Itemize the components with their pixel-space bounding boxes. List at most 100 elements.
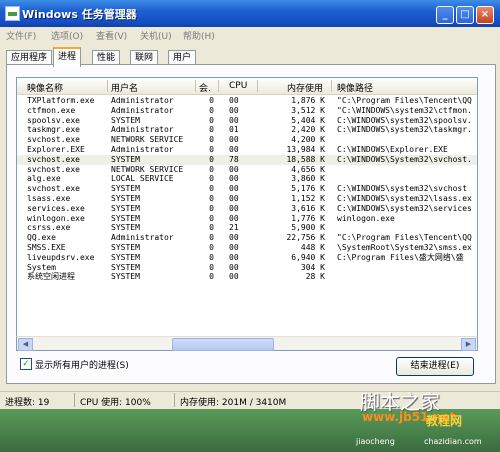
process-list[interactable]: 映像名称 用户名 会. CPU 内存使用 映像路径 TXPlatform.exe… bbox=[16, 77, 478, 351]
tab-performance[interactable]: 性能 bbox=[92, 50, 121, 65]
col-divider[interactable] bbox=[107, 80, 108, 92]
cell-image-name: QQ.exe bbox=[27, 233, 56, 243]
cell-mem-usage: 6,940 K bbox=[291, 252, 325, 262]
table-row[interactable]: QQ.exe Administrator 0 00 22,756 K "C:\Progra… bbox=[17, 233, 477, 243]
cell-user-name: Administrator bbox=[111, 125, 174, 135]
cell-image-name: TXPlatform.exe bbox=[27, 96, 95, 105]
status-cpu-usage: CPU 使用: 100% bbox=[80, 398, 151, 408]
cell-image-name: ctfmon.exe bbox=[27, 105, 76, 115]
maximize-button[interactable]: □ bbox=[456, 6, 474, 24]
col-image-path[interactable]: 映像路径 bbox=[337, 81, 373, 94]
table-row[interactable]: taskmgr.exe Administrator 0 01 2,420 K C:\WIN… bbox=[17, 125, 477, 135]
cell-image-path: C:\WINDOWS\system32\svchost bbox=[337, 184, 468, 194]
menu-shutdown[interactable]: 关机(U) bbox=[140, 29, 172, 42]
title-bar[interactable]: Windows 任务管理器 _ □ × bbox=[0, 0, 500, 27]
col-divider[interactable] bbox=[195, 80, 196, 92]
cell-mem-usage: 28 K bbox=[305, 272, 325, 282]
cell-cpu: 00 bbox=[229, 203, 239, 213]
table-row[interactable]: liveupdsrv.exe SYSTEM 0 00 6,940 K C:\Program… bbox=[17, 253, 477, 263]
cell-mem-usage: 4,656 K bbox=[291, 164, 325, 174]
cell-user-name: NETWORK SERVICE bbox=[111, 164, 184, 174]
cell-session: 0 bbox=[209, 96, 214, 105]
table-row[interactable]: svchost.exe NETWORK SERVICE 0 00 4,200 K bbox=[17, 135, 477, 145]
col-divider[interactable] bbox=[218, 80, 219, 92]
cell-mem-usage: 3,860 K bbox=[291, 174, 325, 184]
col-divider[interactable] bbox=[331, 80, 332, 92]
scroll-left-arrow[interactable]: ◀ bbox=[18, 338, 33, 351]
tab-processes[interactable]: 进程 bbox=[53, 47, 82, 67]
cell-image-name: lsass.exe bbox=[27, 193, 71, 203]
cell-session: 0 bbox=[209, 184, 214, 194]
table-row[interactable]: TXPlatform.exe Administrator 0 00 1,876 K "C:… bbox=[17, 96, 477, 106]
cell-mem-usage: 1,876 K bbox=[291, 96, 325, 105]
col-cpu[interactable]: CPU bbox=[229, 81, 247, 91]
cell-image-name: svchost.exe bbox=[27, 135, 80, 145]
cell-mem-usage: 2,420 K bbox=[291, 125, 325, 135]
cell-mem-usage: 22,756 K bbox=[286, 233, 325, 243]
cell-image-name: liveupdsrv.exe bbox=[27, 252, 95, 262]
cell-user-name: NETWORK SERVICE bbox=[111, 135, 184, 145]
cell-image-path: C:\WINDOWS\system32\lsass.ex bbox=[337, 193, 472, 203]
cell-session: 0 bbox=[209, 135, 214, 145]
cell-cpu: 00 bbox=[229, 164, 239, 174]
col-divider[interactable] bbox=[257, 80, 258, 92]
menu-view[interactable]: 查看(V) bbox=[96, 29, 127, 42]
cell-session: 0 bbox=[209, 154, 214, 164]
cell-image-name: svchost.exe bbox=[27, 164, 80, 174]
minimize-button[interactable]: _ bbox=[436, 6, 454, 24]
cell-image-name: Explorer.EXE bbox=[27, 144, 85, 154]
scroll-thumb[interactable] bbox=[172, 338, 274, 351]
status-memory-usage: 内存使用: 201M / 3410M bbox=[180, 398, 287, 408]
table-row[interactable]: alg.exe LOCAL SERVICE 0 00 3,860 K bbox=[17, 174, 477, 184]
cell-cpu: 00 bbox=[229, 193, 239, 203]
table-row[interactable]: csrss.exe SYSTEM 0 21 5,900 K bbox=[17, 223, 477, 233]
col-mem-usage[interactable]: 内存使用 bbox=[287, 81, 323, 94]
cell-session: 0 bbox=[209, 115, 214, 125]
table-row[interactable]: services.exe SYSTEM 0 00 3,616 K C:\WINDOWS\s… bbox=[17, 204, 477, 214]
table-row[interactable]: spoolsv.exe SYSTEM 0 00 5,404 K C:\WINDOWS\sy… bbox=[17, 116, 477, 126]
cell-user-name: SYSTEM bbox=[111, 213, 140, 223]
table-row[interactable]: System SYSTEM 0 00 304 K bbox=[17, 263, 477, 273]
col-image-name[interactable]: 映像名称 bbox=[27, 81, 63, 94]
tab-networking[interactable]: 联网 bbox=[130, 50, 159, 65]
cell-image-name: services.exe bbox=[27, 203, 85, 213]
table-row[interactable]: Explorer.EXE Administrator 0 00 13,984 K C:\W… bbox=[17, 145, 477, 155]
menu-help[interactable]: 帮助(H) bbox=[183, 29, 215, 42]
window-title: Windows 任务管理器 bbox=[22, 8, 137, 21]
show-all-users-label[interactable]: 显示所有用户的进程(S) bbox=[35, 358, 129, 371]
col-session[interactable]: 会. bbox=[199, 81, 211, 94]
tab-applications[interactable]: 应用程序 bbox=[6, 50, 53, 65]
cell-session: 0 bbox=[209, 203, 214, 213]
cell-image-name: csrss.exe bbox=[27, 223, 71, 233]
table-row[interactable]: ctfmon.exe Administrator 0 00 3,512 K "C:\WIN… bbox=[17, 106, 477, 116]
table-row[interactable]: svchost.exe SYSTEM 0 78 18,588 K C:\WINDOWS\S… bbox=[17, 154, 477, 165]
list-header: 映像名称 用户名 会. CPU 内存使用 映像路径 bbox=[17, 78, 477, 95]
table-row[interactable]: 系统空闲进程 SYSTEM 0 00 28 K bbox=[17, 272, 477, 282]
process-rows: TXPlatform.exe Administrator 0 00 1,876 K "C:… bbox=[17, 96, 477, 282]
cell-user-name: SYSTEM bbox=[111, 272, 140, 282]
table-row[interactable]: svchost.exe SYSTEM 0 00 5,176 K C:\WINDOWS\sy… bbox=[17, 184, 477, 194]
scroll-right-arrow[interactable]: ▶ bbox=[461, 338, 476, 351]
end-process-button[interactable]: 结束进程(E) bbox=[396, 357, 474, 376]
table-row[interactable]: svchost.exe NETWORK SERVICE 0 00 4,656 K bbox=[17, 165, 477, 175]
cell-user-name: SYSTEM bbox=[111, 115, 140, 125]
cell-user-name: SYSTEM bbox=[111, 252, 140, 262]
horizontal-scrollbar[interactable]: ◀ ▶ bbox=[16, 336, 478, 351]
table-row[interactable]: lsass.exe SYSTEM 0 00 1,152 K C:\WINDOWS\syst… bbox=[17, 194, 477, 204]
cell-session: 0 bbox=[209, 272, 214, 282]
close-button[interactable]: × bbox=[476, 6, 494, 24]
menu-bar: 文件(F) 选项(O) 查看(V) 关机(U) 帮助(H) bbox=[3, 27, 497, 43]
menu-file[interactable]: 文件(F) bbox=[6, 29, 36, 42]
cell-image-name: spoolsv.exe bbox=[27, 115, 80, 125]
cell-mem-usage: 304 K bbox=[300, 262, 325, 272]
cell-image-path: C:\Program Files\盛大网络\盛 bbox=[337, 252, 464, 262]
cell-image-path: C:\WINDOWS\Explorer.EXE bbox=[337, 144, 448, 154]
table-row[interactable]: SMSS.EXE SYSTEM 0 00 448 K \SystemRoot\System… bbox=[17, 243, 477, 253]
table-row[interactable]: winlogon.exe SYSTEM 0 00 1,776 Kwinlogon.exe bbox=[17, 214, 477, 224]
show-all-users-checkbox[interactable]: ✓ bbox=[20, 358, 32, 370]
tab-users[interactable]: 用户 bbox=[168, 50, 197, 65]
menu-options[interactable]: 选项(O) bbox=[51, 29, 83, 42]
col-user-name[interactable]: 用户名 bbox=[111, 81, 138, 94]
cell-session: 0 bbox=[209, 144, 214, 154]
cell-cpu: 00 bbox=[229, 135, 239, 145]
